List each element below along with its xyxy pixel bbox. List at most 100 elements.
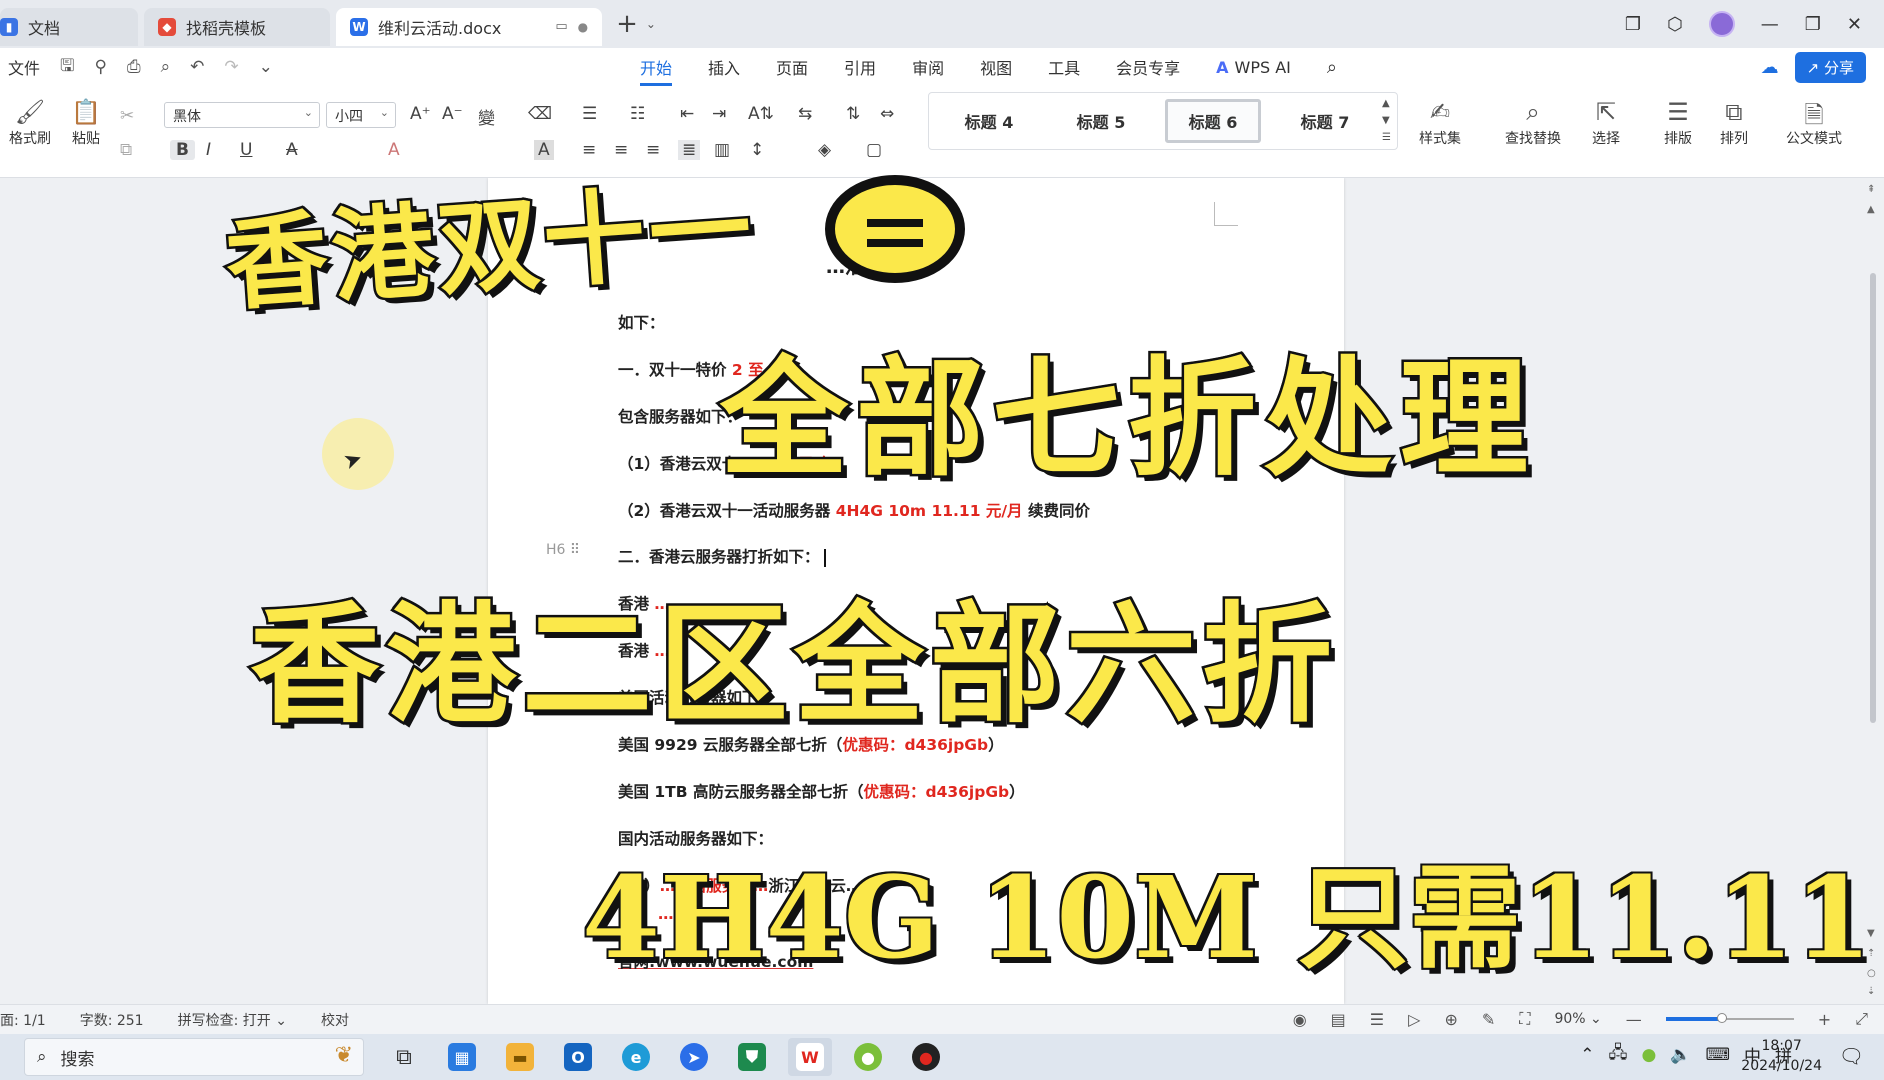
scroll-top-icon[interactable]: ⇞ — [1867, 184, 1875, 195]
char-shading-icon[interactable]: A — [534, 140, 554, 160]
zoom-in-icon[interactable]: + — [1818, 1010, 1831, 1029]
char-spacing-icon[interactable]: ⇔ — [880, 104, 894, 124]
bullet-list-icon[interactable]: ☰ — [582, 104, 597, 124]
share-button[interactable]: ↗ 分享 — [1794, 52, 1866, 83]
spell-check-toggle[interactable]: 拼写检查: 打开 ⌄ — [178, 1010, 287, 1030]
line-spacing-icon[interactable]: ↕ — [750, 140, 764, 160]
wps-icon[interactable]: W — [788, 1038, 832, 1076]
style-gallery-scroll[interactable]: ▲ ▼ ☰ — [1382, 95, 1391, 146]
tab-page[interactable]: 页面 — [776, 55, 808, 79]
font-size-select[interactable]: 小四 ⌄ — [326, 102, 396, 128]
feishu-icon[interactable]: ➤ — [672, 1038, 716, 1076]
tab-view[interactable]: 视图 — [980, 55, 1012, 79]
find-replace-button[interactable]: ⌕ 查找替换 — [1496, 98, 1570, 148]
font-shrink-icon[interactable]: A⁻ — [442, 104, 463, 124]
new-tab-plus-icon[interactable]: + — [616, 9, 638, 39]
phonetic-guide-icon[interactable]: 變 — [478, 104, 495, 129]
tray-expand-icon[interactable]: ⌃ — [1580, 1045, 1594, 1065]
task-view-icon[interactable]: ⧉ — [382, 1038, 426, 1076]
search-icon[interactable]: ⌕ — [1327, 57, 1337, 78]
style-heading-4[interactable]: 标题 4 — [941, 99, 1037, 143]
zoom-select[interactable]: 90% ⌄ — [1554, 1011, 1601, 1027]
page-view-icon[interactable]: ▤ — [1331, 1010, 1346, 1029]
play-icon[interactable]: ▷ — [1408, 1010, 1420, 1029]
tab-window-icon[interactable]: ▭ — [555, 19, 567, 34]
strikethrough-icon[interactable]: A — [286, 140, 298, 160]
file-explorer-icon[interactable]: ▬ — [498, 1038, 542, 1076]
select-button[interactable]: ⇱ 选择 — [1580, 98, 1632, 148]
tab-member[interactable]: 会员专享 — [1116, 55, 1180, 79]
fit-page-icon[interactable]: ⛶ — [1519, 1009, 1530, 1029]
style-heading-6[interactable]: 标题 6 — [1165, 99, 1261, 143]
redo-icon[interactable]: ↷ — [224, 57, 238, 77]
save-icon[interactable]: 🖫 — [60, 53, 74, 82]
arrange-button[interactable]: ⧉ 排列 — [1708, 98, 1760, 148]
window-restore-icon[interactable]: ❐ — [1625, 14, 1641, 35]
record-icon[interactable]: ● — [904, 1038, 948, 1076]
fullscreen-icon[interactable]: ⤢ — [1855, 1009, 1868, 1029]
cloud-upload-icon[interactable]: ☁ — [1761, 57, 1779, 78]
style-heading-7[interactable]: 标题 7 — [1277, 99, 1373, 143]
close-icon[interactable]: ✕ — [1847, 14, 1862, 35]
outlook-icon[interactable]: O — [556, 1038, 600, 1076]
scrollbar-thumb[interactable] — [1870, 273, 1876, 723]
tab-docer-templates[interactable]: ◆ 找稻壳模板 — [144, 7, 331, 46]
store-icon[interactable]: ▦ — [440, 1038, 484, 1076]
cube-icon[interactable]: ⬡ — [1667, 14, 1683, 35]
print-icon[interactable]: ⎙ — [127, 57, 141, 77]
official-mode-button[interactable]: 🗎 公文模式 — [1778, 98, 1850, 148]
shield-icon[interactable]: ⛊ — [730, 1038, 774, 1076]
pen-icon[interactable]: ✎ — [1482, 1010, 1495, 1029]
bold-icon[interactable]: B — [170, 140, 195, 160]
decrease-indent-icon[interactable]: ⇤ — [680, 104, 694, 124]
word-count[interactable]: 字数: 251 — [80, 1010, 144, 1030]
zoom-slider[interactable] — [1665, 1013, 1794, 1023]
scroll-up-icon[interactable]: ▲ — [1867, 204, 1875, 215]
font-grow-icon[interactable]: A⁺ — [410, 104, 431, 124]
tab-review[interactable]: 审阅 — [912, 55, 944, 79]
font-color-icon[interactable]: A — [388, 140, 400, 160]
tab-insert[interactable]: 插入 — [708, 55, 740, 79]
paste-button[interactable]: 📋 粘贴 — [64, 98, 108, 148]
zoom-slider-knob[interactable] — [1717, 1013, 1728, 1023]
tab-references[interactable]: 引用 — [844, 55, 876, 79]
tab-active-document[interactable]: W 维利云活动.docx ▭ ● — [336, 7, 603, 46]
border-icon[interactable]: ▢ — [866, 140, 882, 160]
print-preview-icon[interactable]: ⌕ — [161, 57, 171, 77]
notification-icon[interactable]: 🗨 — [1839, 1044, 1864, 1068]
increase-indent-icon[interactable]: ⇥ — [712, 104, 726, 124]
tab-documents[interactable]: ▮ 文档 — [0, 7, 139, 46]
tray-app-icon[interactable]: ● — [1641, 1045, 1656, 1065]
copy-icon[interactable]: ⧉ — [120, 140, 132, 160]
avatar[interactable] — [1708, 11, 1735, 37]
web-view-icon[interactable]: ⊕ — [1444, 1010, 1457, 1029]
text-direction-icon[interactable]: A⇅ — [748, 104, 774, 124]
link-icon[interactable]: ⚲ — [95, 57, 107, 77]
more-chevron-icon[interactable]: ⌄ — [259, 57, 273, 77]
numbered-list-icon[interactable]: ☷ — [630, 104, 645, 124]
proofread-button[interactable]: 校对 — [321, 1010, 349, 1030]
tab-list-chevron-icon[interactable]: ⌄ — [646, 17, 656, 31]
tab-home[interactable]: 开始 — [640, 55, 673, 86]
paragraph-handle-icon[interactable]: H6 ⠿ — [546, 542, 580, 558]
tab-tools[interactable]: 工具 — [1048, 55, 1080, 79]
outline-view-icon[interactable]: ☰ — [1370, 1010, 1384, 1029]
swap-icon[interactable]: ⇆ — [798, 104, 812, 124]
italic-icon[interactable]: I — [206, 140, 211, 160]
tab-close-dot-icon[interactable]: ● — [578, 20, 588, 34]
shading-icon[interactable]: ◈ — [818, 140, 831, 160]
minimize-icon[interactable]: — — [1761, 14, 1779, 35]
clear-format-icon[interactable]: ⌫ — [528, 104, 552, 124]
font-name-select[interactable]: 黑体 ⌄ — [164, 102, 320, 128]
style-heading-5[interactable]: 标题 5 — [1053, 99, 1149, 143]
melon-app-icon[interactable]: ● — [846, 1038, 890, 1076]
wps-ai-button[interactable]: A WPS AI — [1216, 58, 1291, 77]
page-indicator[interactable]: 面: 1/1 — [0, 1010, 46, 1030]
undo-icon[interactable]: ↶ — [190, 57, 204, 77]
maximize-icon[interactable]: ❐ — [1805, 14, 1821, 35]
file-menu[interactable]: 文件 — [8, 55, 40, 79]
taskbar-search[interactable]: ⌕ 搜索 ❦ — [24, 1038, 364, 1076]
network-icon[interactable]: 🖧 — [1608, 1040, 1627, 1069]
cut-icon[interactable]: ✂ — [120, 106, 134, 126]
zoom-out-icon[interactable]: — — [1626, 1010, 1642, 1029]
